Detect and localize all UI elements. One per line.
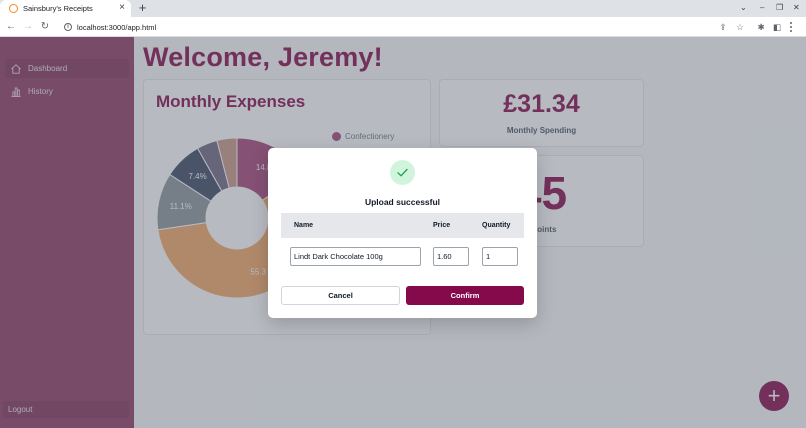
browser-toolbar: ← → ↻ i localhost:3000/app.html ⇪ ☆ ✱ ◧ <box>0 17 806 37</box>
column-header-price: Price <box>433 222 451 229</box>
tab-close-icon[interactable]: × <box>119 2 125 14</box>
item-quantity-input[interactable]: 1 <box>482 247 518 266</box>
modal-title: Upload successful <box>364 197 441 207</box>
extensions-icon[interactable]: ✱ <box>755 21 767 33</box>
column-header-name: Name <box>294 222 314 229</box>
url-text: localhost:3000/app.html <box>77 22 157 32</box>
restore-icon[interactable]: ❐ <box>776 2 783 14</box>
menu-kebab-icon[interactable] <box>790 22 793 32</box>
tab-title: Sainsbury's Receipts <box>23 4 93 13</box>
side-panel-icon[interactable]: ◧ <box>771 21 783 33</box>
confirm-button[interactable]: Confirm <box>406 286 524 305</box>
cancel-button[interactable]: Cancel <box>281 286 400 305</box>
upload-success-modal: Upload successful Name Price Quantity Li… <box>268 148 537 318</box>
forward-icon[interactable]: → <box>22 20 34 34</box>
sainsburys-favicon-icon <box>9 4 18 13</box>
address-bar[interactable]: i localhost:3000/app.html <box>57 19 751 35</box>
bookmark-star-icon[interactable]: ☆ <box>734 21 746 33</box>
back-icon[interactable]: ← <box>5 20 17 34</box>
share-icon[interactable]: ⇪ <box>717 21 729 33</box>
reload-icon[interactable]: ↻ <box>39 20 51 34</box>
browser-tab[interactable]: Sainsbury's Receipts × <box>0 0 131 17</box>
item-name-input[interactable]: Lindt Dark Chocolate 100g <box>290 247 421 266</box>
window-close-icon[interactable]: ✕ <box>793 2 800 14</box>
column-header-quantity: Quantity <box>482 222 511 229</box>
items-table-header: Name Price Quantity <box>281 213 524 238</box>
success-check-icon <box>390 160 415 185</box>
minimize-icon[interactable]: – <box>760 2 764 14</box>
new-tab-button[interactable]: + <box>136 0 149 17</box>
item-price-input[interactable]: 1.60 <box>433 247 469 266</box>
browser-tabstrip: Sainsbury's Receipts × + ⌄ – ❐ ✕ <box>0 0 806 17</box>
site-info-icon[interactable]: i <box>64 23 72 31</box>
tab-search-icon[interactable]: ⌄ <box>740 2 747 14</box>
